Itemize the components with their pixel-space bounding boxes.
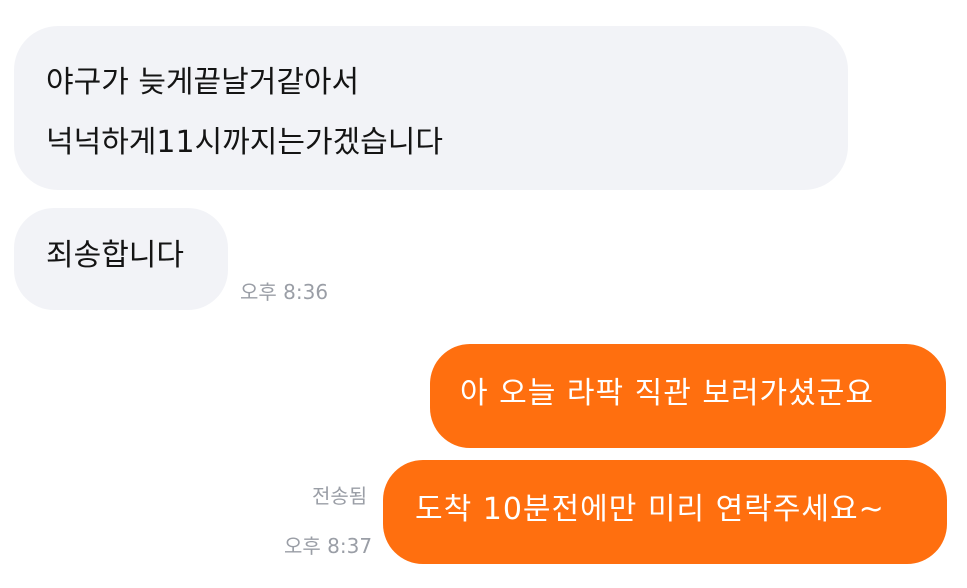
message-text: 도착 10분전에만 미리 연락주세요~ bbox=[415, 492, 885, 527]
outgoing-message-bubble[interactable]: 아 오늘 라팍 직관 보러가셨군요 bbox=[430, 344, 946, 448]
outgoing-message-bubble[interactable]: 도착 10분전에만 미리 연락주세요~ bbox=[383, 460, 947, 564]
message-text-line: 야구가 늦게끝날거같아서 bbox=[46, 65, 360, 100]
message-text: 죄송합니다 bbox=[46, 238, 184, 273]
message-text: 아 오늘 라팍 직관 보러가셨군요 bbox=[460, 376, 874, 411]
message-timestamp: 오후 8:36 bbox=[240, 280, 329, 304]
incoming-message-bubble[interactable]: 야구가 늦게끝날거같아서 넉넉하게11시까지는가겠습니다 bbox=[14, 26, 848, 190]
incoming-message-bubble[interactable]: 죄송합니다 bbox=[14, 208, 228, 310]
message-text-line: 넉넉하게11시까지는가겠습니다 bbox=[46, 125, 443, 160]
message-timestamp: 오후 8:37 bbox=[284, 534, 373, 558]
sent-status-label: 전송됨 bbox=[312, 484, 368, 508]
